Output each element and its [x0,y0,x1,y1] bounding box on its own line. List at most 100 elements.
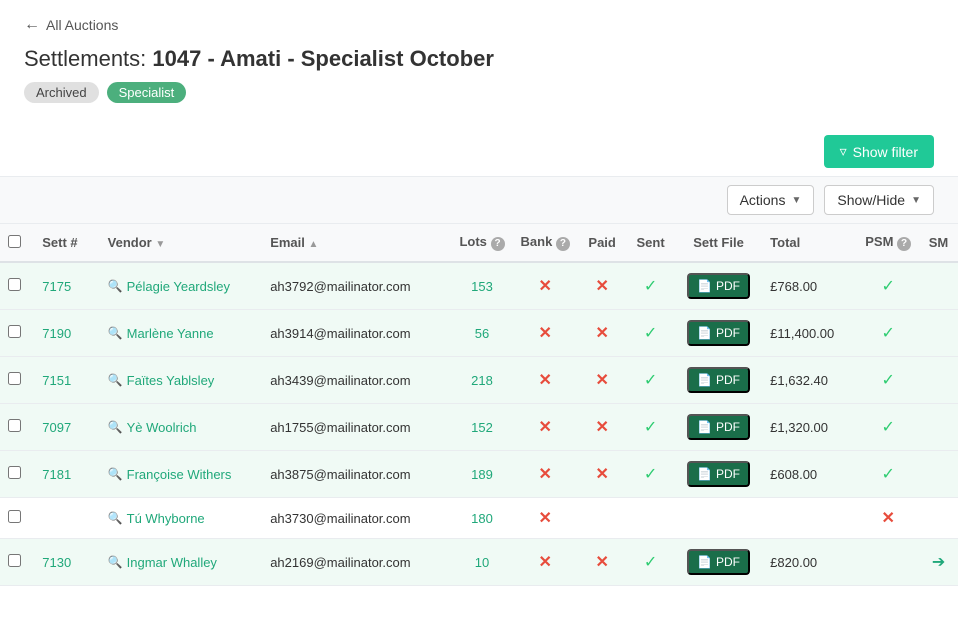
search-icon: 🔍 [108,420,123,434]
row-checkbox[interactable] [8,278,21,291]
sett-number[interactable]: 7181 [34,451,99,498]
help-icon-psm[interactable]: ? [897,237,911,251]
search-icon: 🔍 [108,279,123,293]
psm-check-icon: ✓ [881,466,894,483]
bank-status: ✕ [513,357,578,404]
vendor-email: ah3439@mailinator.com [262,357,451,404]
vendor-email: ah1755@mailinator.com [262,404,451,451]
paid-status: ✕ [578,451,626,498]
bank-status: ✕ [513,310,578,357]
row-checkbox-cell [0,451,34,498]
table-row: 7130 🔍 Ingmar Whalley ah2169@mailinator.… [0,539,958,586]
total-amount: £820.00 [762,539,857,586]
row-checkbox[interactable] [8,554,21,567]
page: ← All Auctions Settlements: 1047 - Amati… [0,0,958,618]
psm-check-icon: ✓ [881,372,894,389]
bank-x-icon: ✕ [539,554,552,571]
col-header-psm: PSM ? [857,224,919,262]
badges: Archived Specialist [24,82,934,103]
vendor-name[interactable]: 🔍 Yè Woolrich [100,404,263,451]
sett-number[interactable]: 7130 [34,539,99,586]
sett-number[interactable]: 7151 [34,357,99,404]
psm-status: ✕ [857,498,919,539]
select-all-header [0,224,34,262]
sett-file: 📄 PDF [675,310,762,357]
sm-status [919,310,958,357]
sett-number[interactable]: 7175 [34,262,99,310]
vendor-name[interactable]: 🔍 Pélagie Yeardsley [100,262,263,310]
paid-x-icon: ✕ [595,419,608,436]
sett-file: 📄 PDF [675,451,762,498]
table-row: 7190 🔍 Marlène Yanne ah3914@mailinator.c… [0,310,958,357]
psm-status: ✓ [857,404,919,451]
sort-icon: ▼ [155,239,165,250]
col-header-paid: Paid [578,224,626,262]
table-row: 7097 🔍 Yè Woolrich ah1755@mailinator.com… [0,404,958,451]
showhide-dropdown[interactable]: Show/Hide ▼ [824,185,934,215]
col-header-settfile: Sett File [675,224,762,262]
pdf-icon: 📄 [697,326,712,340]
lots-count: 152 [451,404,512,451]
pdf-icon: 📄 [697,467,712,481]
lots-count: 10 [451,539,512,586]
psm-check-icon: ✓ [881,278,894,295]
pdf-button[interactable]: 📄 PDF [687,320,750,346]
row-checkbox[interactable] [8,325,21,338]
sm-status: ➔ [919,539,958,586]
sent-status: ✓ [626,262,675,310]
bank-x-icon: ✕ [539,419,552,436]
psm-status: ✓ [857,262,919,310]
sm-status [919,262,958,310]
pdf-button[interactable]: 📄 PDF [687,414,750,440]
vendor-name[interactable]: 🔍 Faïtes Yablsley [100,357,263,404]
pdf-button[interactable]: 📄 PDF [687,549,750,575]
search-icon: 🔍 [108,555,123,569]
help-icon-lots[interactable]: ? [491,237,505,251]
pdf-button[interactable]: 📄 PDF [687,367,750,393]
bank-status: ✕ [513,404,578,451]
search-icon: 🔍 [108,373,123,387]
vendor-name[interactable]: 🔍 Françoise Withers [100,451,263,498]
col-header-vendor[interactable]: Vendor ▼ [100,224,263,262]
bank-status: ✕ [513,498,578,539]
vendor-name[interactable]: 🔍 Ingmar Whalley [100,539,263,586]
sett-file: 📄 PDF [675,262,762,310]
sett-number[interactable]: 7097 [34,404,99,451]
row-checkbox[interactable] [8,419,21,432]
sm-status [919,404,958,451]
psm-x-icon: ✕ [881,510,894,527]
sett-number[interactable]: 7190 [34,310,99,357]
back-link[interactable]: ← All Auctions [24,16,934,34]
pdf-icon: 📄 [697,373,712,387]
paid-status: ✕ [578,357,626,404]
paid-status [578,498,626,539]
row-checkbox[interactable] [8,372,21,385]
sent-status: ✓ [626,404,675,451]
settlements-table: Sett # Vendor ▼ Email ▲ Lots ? [0,224,958,586]
select-all-checkbox[interactable] [8,235,21,248]
vendor-email: ah3730@mailinator.com [262,498,451,539]
lots-count: 153 [451,262,512,310]
pdf-button[interactable]: 📄 PDF [687,273,750,299]
vendor-name[interactable]: 🔍 Tú Whyborne [100,498,263,539]
row-checkbox-cell [0,498,34,539]
table-container: Sett # Vendor ▼ Email ▲ Lots ? [0,224,958,586]
actions-dropdown[interactable]: Actions ▼ [727,185,815,215]
bank-status: ✕ [513,539,578,586]
sent-check-icon: ✓ [644,466,657,483]
total-amount: £11,400.00 [762,310,857,357]
sm-status [919,451,958,498]
col-header-sm: SM [919,224,958,262]
row-checkbox[interactable] [8,510,21,523]
row-checkbox-cell [0,357,34,404]
vendor-name[interactable]: 🔍 Marlène Yanne [100,310,263,357]
vendor-email: ah3914@mailinator.com [262,310,451,357]
show-filter-button[interactable]: ▿ Show filter [824,135,934,168]
col-header-email[interactable]: Email ▲ [262,224,451,262]
lots-count: 189 [451,451,512,498]
help-icon-bank[interactable]: ? [556,237,570,251]
sort-icon-email: ▲ [309,239,319,250]
row-checkbox-cell [0,539,34,586]
row-checkbox[interactable] [8,466,21,479]
pdf-button[interactable]: 📄 PDF [687,461,750,487]
